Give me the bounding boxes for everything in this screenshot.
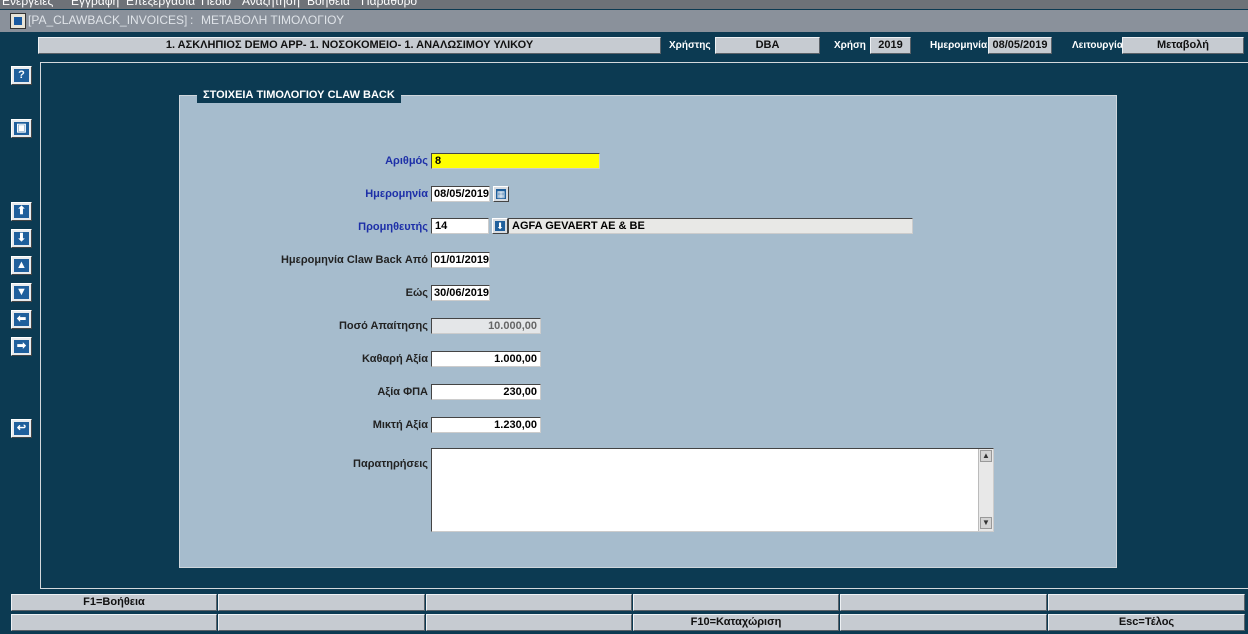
last-record-button[interactable]: ⬇ bbox=[11, 229, 32, 248]
download-arrow-icon: ⬇ bbox=[495, 221, 505, 231]
menu-window[interactable]: Παράθυρο bbox=[361, 0, 417, 8]
gross-value-field[interactable]: 1.230,00 bbox=[431, 417, 541, 433]
help-icon: ? bbox=[14, 69, 29, 82]
year-label: Χρήση bbox=[834, 40, 866, 51]
form-title: ΣΤΟΙΧΕΙΑ ΤΙΜΟΛΟΓΙΟΥ CLAW BACK bbox=[197, 87, 401, 103]
from-date-field[interactable]: 01/01/2019 bbox=[431, 252, 490, 268]
claim-amount-field: 10.000,00 bbox=[431, 318, 541, 334]
next-block-icon: ➡ bbox=[14, 340, 29, 353]
fkey-slot-2-1[interactable] bbox=[11, 614, 217, 631]
number-field[interactable]: 8 bbox=[431, 153, 600, 169]
mode-label: Λειτουργία bbox=[1072, 40, 1123, 51]
fkey-slot-1-4[interactable] bbox=[633, 594, 839, 611]
save-button[interactable]: ▣ bbox=[11, 119, 32, 138]
window-subtitle: ΜΕΤΑΒΟΛΗ ΤΙΜΟΛΟΓΙΟΥ bbox=[201, 13, 345, 27]
fkey-slot-1-3[interactable] bbox=[426, 594, 632, 611]
supplier-label: Προμηθευτής bbox=[358, 221, 428, 233]
menu-help[interactable]: Βοήθεια bbox=[307, 0, 350, 8]
first-record-icon: ⬆ bbox=[14, 205, 29, 218]
context-box: 1. ΑΣΚΛΗΠΙΟΣ DEMO APP- 1. ΝΟΣΟΚΟΜΕΙΟ- 1.… bbox=[38, 37, 661, 54]
number-label: Αριθμός bbox=[385, 155, 428, 167]
fkey-esc-exit[interactable]: Esc=Τέλος bbox=[1048, 614, 1245, 631]
menu-edit[interactable]: Επεξεργασία bbox=[126, 0, 195, 8]
vat-value-label: Αξία ΦΠΑ bbox=[377, 386, 428, 398]
net-value-label: Καθαρή Αξία bbox=[362, 353, 428, 365]
window-title: [PA_CLAWBACK_INVOICES] bbox=[28, 13, 188, 27]
fkey-f1-help[interactable]: F1=Βοήθεια bbox=[11, 594, 217, 611]
fkey-slot-1-5[interactable] bbox=[840, 594, 1047, 611]
fkey-slot-1-6[interactable] bbox=[1048, 594, 1245, 611]
remarks-label: Παρατηρήσεις bbox=[353, 458, 428, 470]
fkey-slot-2-5[interactable] bbox=[840, 614, 1047, 631]
next-block-button[interactable]: ➡ bbox=[11, 337, 32, 356]
previous-record-icon: ▲ bbox=[14, 259, 29, 272]
from-date-label: Ημερομηνία Claw Back Από bbox=[280, 254, 428, 266]
remarks-scrollbar[interactable]: ▲ ▼ bbox=[978, 449, 993, 531]
scroll-up-icon[interactable]: ▲ bbox=[980, 450, 992, 462]
menu-field[interactable]: Πεδίο bbox=[201, 0, 231, 8]
calendar-icon: ▦ bbox=[496, 189, 506, 199]
previous-block-icon: ⬅ bbox=[14, 313, 29, 326]
exit-icon: ↩ bbox=[14, 422, 29, 435]
gross-value-label: Μικτή Αξία bbox=[372, 419, 428, 431]
fkey-slot-2-2[interactable] bbox=[218, 614, 425, 631]
last-record-icon: ⬇ bbox=[14, 232, 29, 245]
user-value: DBA bbox=[715, 37, 820, 54]
to-date-field[interactable]: 30/06/2019 bbox=[431, 285, 490, 301]
vat-value-field[interactable]: 230,00 bbox=[431, 384, 541, 400]
claim-amount-label: Ποσό Απαίτησης bbox=[338, 320, 428, 332]
user-label: Χρήστης bbox=[669, 40, 711, 51]
date-label: Ημερομηνία bbox=[930, 40, 988, 51]
to-date-label: Εώς bbox=[405, 287, 428, 299]
next-record-button[interactable]: ▼ bbox=[11, 283, 32, 302]
save-icon: ▣ bbox=[14, 122, 29, 135]
supplier-lookup-button[interactable]: ⬇ bbox=[492, 218, 508, 234]
date-value: 08/05/2019 bbox=[988, 37, 1052, 54]
window-title-bar: [PA_CLAWBACK_INVOICES] : ΜΕΤΑΒΟΛΗ ΤΙΜΟΛΟ… bbox=[0, 10, 1248, 32]
exit-button[interactable]: ↩ bbox=[11, 419, 32, 438]
first-record-button[interactable]: ⬆ bbox=[11, 202, 32, 221]
scroll-down-icon[interactable]: ▼ bbox=[980, 517, 992, 529]
year-value: 2019 bbox=[870, 37, 911, 54]
net-value-field[interactable]: 1.000,00 bbox=[431, 351, 541, 367]
app-icon bbox=[10, 13, 26, 29]
next-record-icon: ▼ bbox=[14, 286, 29, 299]
menu-record[interactable]: Εγγραφή bbox=[71, 0, 119, 8]
mode-value: Μεταβολή bbox=[1122, 37, 1244, 54]
calendar-button[interactable]: ▦ bbox=[493, 186, 509, 202]
menu-search[interactable]: Αναζήτηση bbox=[242, 0, 300, 8]
window-separator: : bbox=[190, 13, 194, 27]
date-field[interactable]: 08/05/2019 bbox=[431, 186, 490, 202]
previous-block-button[interactable]: ⬅ bbox=[11, 310, 32, 329]
remarks-textarea[interactable] bbox=[431, 448, 994, 532]
supplier-code-field[interactable]: 14 bbox=[431, 218, 489, 234]
help-button[interactable]: ? bbox=[11, 66, 32, 85]
fkey-slot-2-3[interactable] bbox=[426, 614, 632, 631]
date-field-label: Ημερομηνία bbox=[365, 188, 428, 200]
fkey-slot-1-2[interactable] bbox=[218, 594, 425, 611]
supplier-name-field: AGFA GEVAERT AE & BE bbox=[508, 218, 913, 234]
fkey-f10-commit[interactable]: F10=Καταχώριση bbox=[633, 614, 839, 631]
menu-actions[interactable]: Ενέργειες bbox=[2, 0, 53, 8]
menu-bar: Ενέργειες Εγγραφή Επεξεργασία Πεδίο Αναζ… bbox=[0, 0, 1248, 9]
previous-record-button[interactable]: ▲ bbox=[11, 256, 32, 275]
